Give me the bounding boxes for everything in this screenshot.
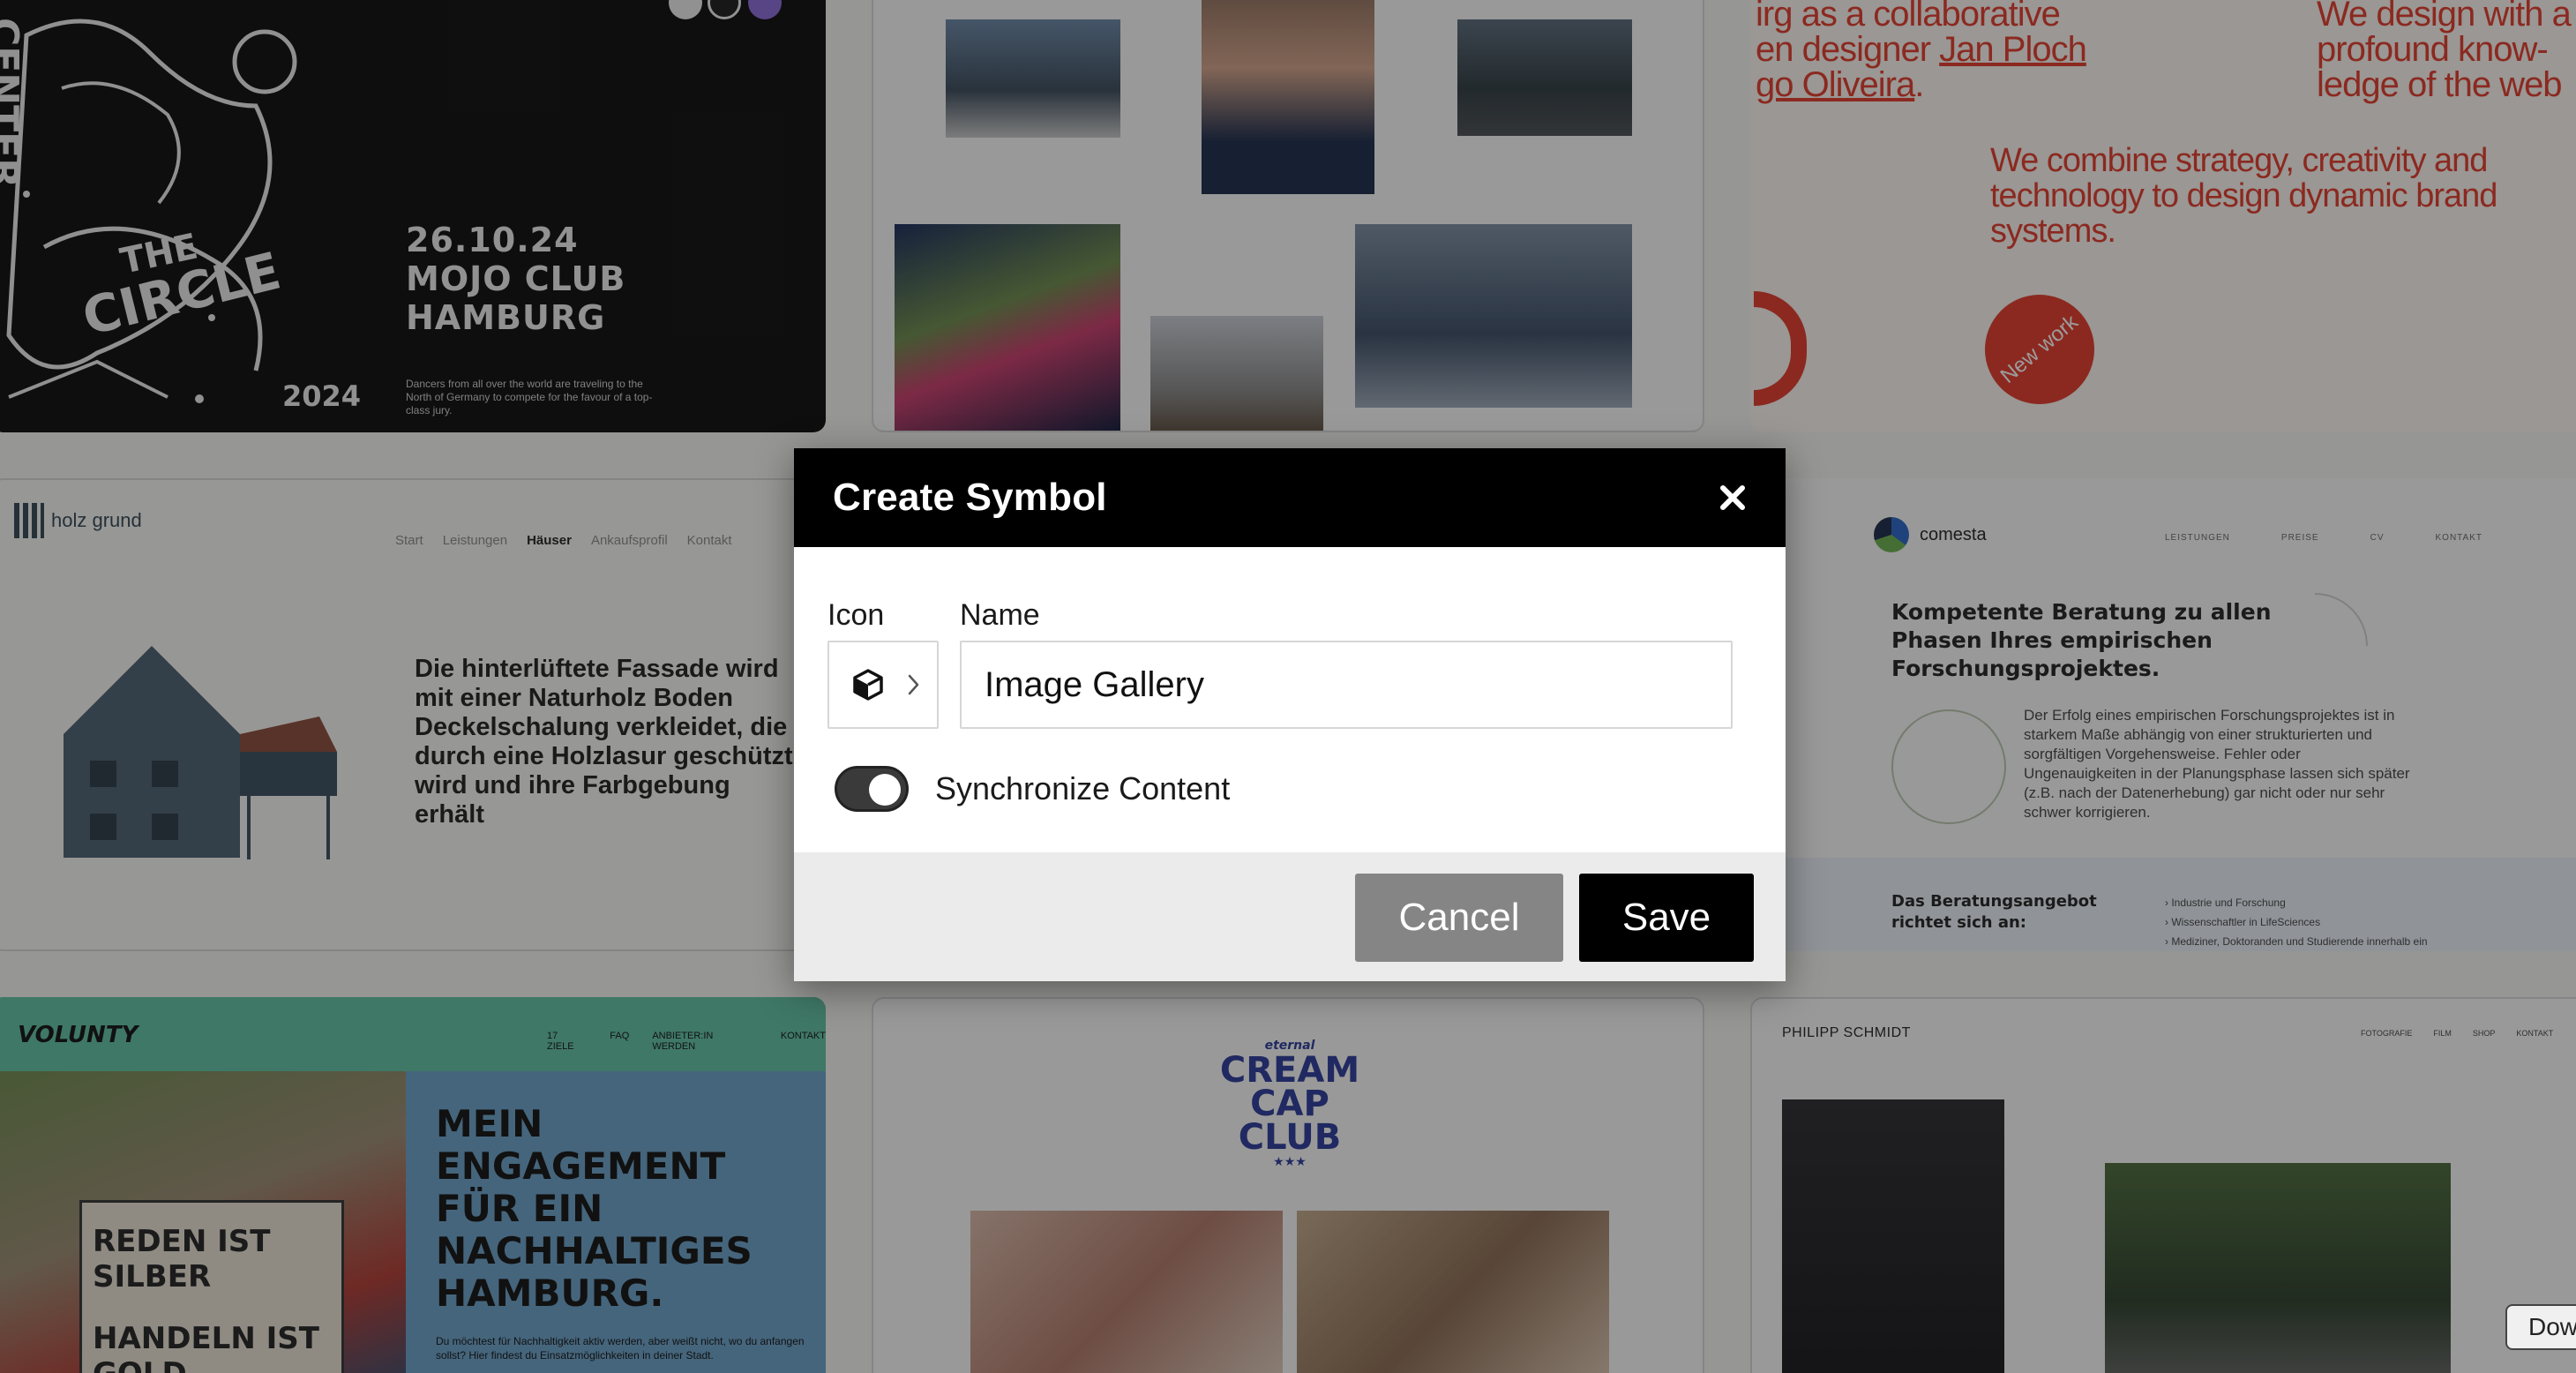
app-canvas: CENTER THE CIRCLE 2024 26.10.24 MOJO CLU… <box>0 0 2576 1373</box>
dialog-footer: Cancel Save <box>794 852 1786 981</box>
sync-toggle[interactable] <box>835 766 909 812</box>
icon-label: Icon <box>827 598 885 632</box>
sync-row: Synchronize Content <box>835 766 1230 812</box>
name-label: Name <box>960 598 1040 632</box>
dialog-title: Create Symbol <box>833 476 1107 519</box>
corner-button[interactable]: Dow <box>2505 1304 2576 1350</box>
sync-label: Synchronize Content <box>935 770 1231 807</box>
chevron-right-icon <box>908 674 919 695</box>
icon-picker[interactable] <box>827 641 939 729</box>
cube-icon <box>853 669 883 701</box>
close-icon <box>1720 485 1745 510</box>
create-symbol-dialog: Create Symbol Icon Name Image Gallery Sy… <box>794 448 1786 981</box>
close-button[interactable] <box>1713 478 1752 517</box>
cancel-button[interactable]: Cancel <box>1355 874 1563 962</box>
dialog-body: Icon Name Synchronize Content <box>794 547 1786 852</box>
dialog-header: Create Symbol <box>794 448 1786 547</box>
toggle-knob <box>869 774 901 806</box>
name-input[interactable] <box>960 641 1733 729</box>
save-button[interactable]: Save <box>1579 874 1754 962</box>
